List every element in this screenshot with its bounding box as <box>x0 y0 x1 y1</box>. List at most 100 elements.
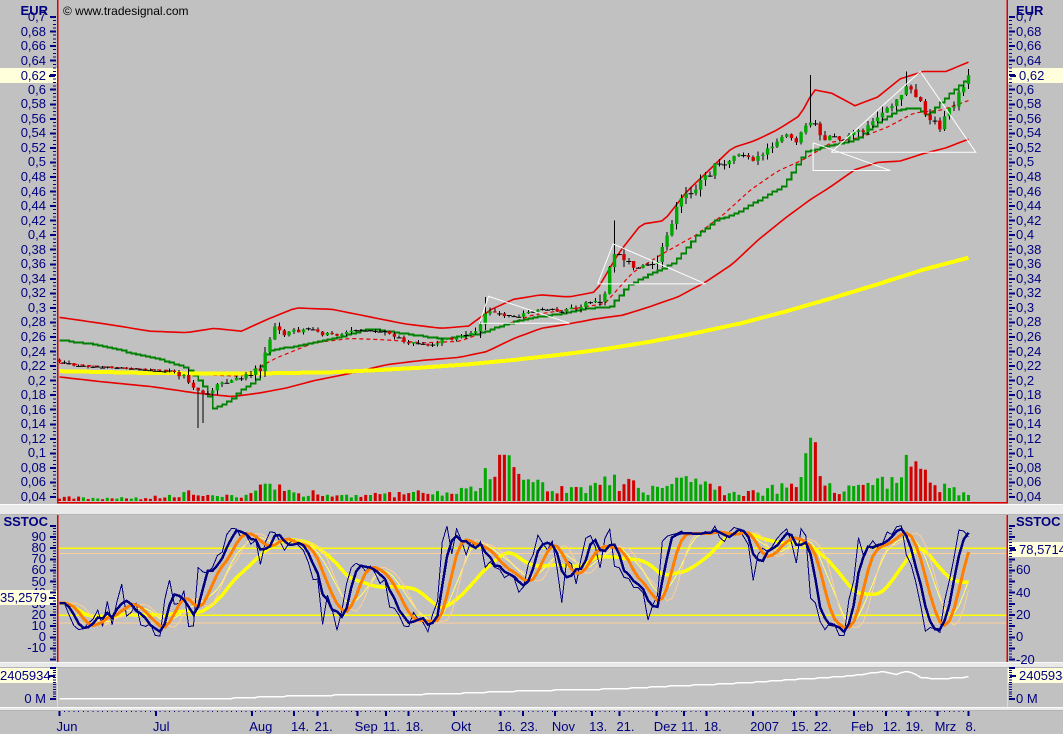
price-tick-label: 0,7 <box>1016 10 1034 24</box>
bollinger-upper-band <box>60 62 969 332</box>
x-axis-label: 13. <box>589 719 607 734</box>
sstoc-axis-ticks-right <box>1008 513 1016 662</box>
x-axis-label: Jun <box>57 719 78 734</box>
panel-separator[interactable] <box>0 504 1063 515</box>
bollinger-middle-dashed <box>60 101 969 377</box>
x-axis-label: 2007 <box>750 719 779 734</box>
price-tick-label: 0,36 <box>1016 257 1041 271</box>
x-axis-label: Mrz <box>935 719 957 734</box>
sstoc-label-left: SSTOC <box>0 514 48 529</box>
x-axis-label: Okt <box>451 719 471 734</box>
sstoc-d-value: 35,2579 <box>0 590 47 605</box>
price-tick-label: 0,24 <box>0 345 46 359</box>
main-chart-plot[interactable] <box>57 0 1008 504</box>
price-tick-label: 0,46 <box>0 185 46 199</box>
volume-zero-label-left: 0 M <box>0 692 46 706</box>
panel-separator[interactable] <box>0 707 1063 711</box>
copyright-text: © www.tradesignal.com <box>63 4 189 18</box>
price-tick-label: 0,54 <box>0 126 46 140</box>
volume-bars <box>58 438 970 501</box>
price-tick-label: 0,56 <box>0 112 46 126</box>
x-axis-label: Feb <box>851 719 873 734</box>
price-tick-label: 0,6 <box>1016 83 1034 97</box>
price-tick-label: 0,3 <box>0 301 46 315</box>
price-tick-label: 0,5 <box>1016 155 1034 169</box>
volume-axis-ticks-left <box>49 667 57 707</box>
price-tick-label: 0,26 <box>0 330 46 344</box>
sstoc-tick-label: -10 <box>0 641 46 655</box>
price-tick-label: 0,5 <box>0 155 46 169</box>
x-axis-label: 8. <box>966 719 977 734</box>
price-tick-label: 0,06 <box>0 475 46 489</box>
sstoc-k-value: 78,5714 <box>1019 542 1063 557</box>
x-axis-label: Aug <box>249 719 272 734</box>
cumulative-volume-line <box>60 672 969 699</box>
volume-value-highlight-right: 2405934 <box>1008 668 1063 683</box>
x-axis-label: 23. <box>520 719 538 734</box>
x-axis-label: 22. <box>814 719 832 734</box>
price-tick-label: 0,44 <box>0 199 46 213</box>
price-tick-label: 0,12 <box>1016 432 1041 446</box>
volume-axis-ticks-right <box>1008 667 1016 707</box>
sstoc-tick-label: 60 <box>1016 563 1030 577</box>
x-axis-label: 21. <box>315 719 333 734</box>
x-axis-label: Nov <box>552 719 575 734</box>
price-tick-label: 0,56 <box>1016 112 1041 126</box>
price-tick-label: 0,08 <box>0 461 46 475</box>
price-tick-label: 0,6 <box>0 83 46 97</box>
last-price-highlight-right: 0,62 <box>1008 68 1063 83</box>
price-tick-label: 0,64 <box>1016 54 1041 68</box>
price-axis-ticks-left <box>49 0 57 504</box>
price-tick-label: 0,3 <box>1016 301 1034 315</box>
price-tick-label: 0,16 <box>0 403 46 417</box>
price-tick-label: 0,42 <box>0 214 46 228</box>
price-tick-label: 0,52 <box>0 141 46 155</box>
price-tick-label: 0,1 <box>0 446 46 460</box>
price-tick-label: 0,54 <box>1016 126 1041 140</box>
price-tick-label: 0,04 <box>1016 490 1041 504</box>
x-axis-label: 15. <box>791 719 809 734</box>
price-tick-label: 0,34 <box>1016 272 1041 286</box>
price-tick-label: 0,1 <box>1016 446 1034 460</box>
price-tick-label: 0,14 <box>1016 417 1041 431</box>
last-price-value: 0,62 <box>1019 68 1044 83</box>
price-tick-label: 0,64 <box>0 54 46 68</box>
price-tick-label: 0,04 <box>0 490 46 504</box>
price-tick-label: 0,32 <box>1016 286 1041 300</box>
x-axis-label: 16. <box>497 719 515 734</box>
price-tick-label: 0,58 <box>1016 97 1041 111</box>
x-axis-label: Dez <box>654 719 677 734</box>
price-tick-label: 0,38 <box>0 243 46 257</box>
volume-panel-borders <box>58 667 1008 707</box>
panel-separator[interactable] <box>0 662 1063 668</box>
x-axis-label: Jul <box>153 719 170 734</box>
price-tick-label: 0,4 <box>0 228 46 242</box>
volume-indicator-plot[interactable] <box>57 667 1008 707</box>
price-tick-label: 0,48 <box>1016 170 1041 184</box>
price-tick-label: 0,44 <box>1016 199 1041 213</box>
x-axis-label: 18. <box>704 719 722 734</box>
price-tick-label: 0,68 <box>0 25 46 39</box>
price-tick-label: 0,38 <box>1016 243 1041 257</box>
price-tick-label: 0,14 <box>0 417 46 431</box>
price-tick-label: 0,22 <box>0 359 46 373</box>
price-tick-label: 0,68 <box>1016 25 1041 39</box>
price-tick-label: 0,36 <box>0 257 46 271</box>
sstoc-tick-label: 40 <box>1016 586 1030 600</box>
sstoc-axis-ticks-left <box>49 513 57 662</box>
volume-value: 2405934 <box>0 668 51 683</box>
sstoc-indicator-plot[interactable] <box>57 513 1008 662</box>
sstoc-value-highlight-right: 78,5714 <box>1008 542 1063 557</box>
main-panel-borders <box>57 0 1008 503</box>
bollinger-lower-band <box>60 139 969 396</box>
price-tick-label: 0,12 <box>0 432 46 446</box>
price-tick-label: 0,46 <box>1016 185 1041 199</box>
x-axis-label: 12. <box>883 719 901 734</box>
price-tick-label: 0,2 <box>1016 374 1034 388</box>
sstoc-tick-label: -20 <box>1016 653 1035 667</box>
price-tick-label: 0,52 <box>1016 141 1041 155</box>
price-tick-label: 0,26 <box>1016 330 1041 344</box>
price-tick-label: 0,28 <box>1016 315 1041 329</box>
price-tick-label: 0,16 <box>1016 403 1041 417</box>
price-tick-label: 0,66 <box>1016 39 1041 53</box>
